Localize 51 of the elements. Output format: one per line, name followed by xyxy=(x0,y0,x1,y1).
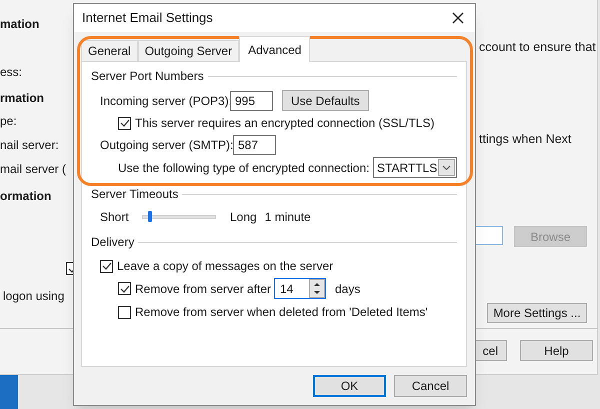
text-field[interactable]: 587 xyxy=(233,135,276,155)
tab[interactable]: Advanced xyxy=(239,36,310,62)
use-defaults-button[interactable]: Use Defaults xyxy=(282,90,369,111)
group-title: Server Port Numbers xyxy=(91,68,204,85)
notice-text: ccount to ensure that xyxy=(479,39,596,56)
check-icon xyxy=(120,284,130,294)
section-heading: ormation xyxy=(0,188,52,205)
text-field[interactable]: 995 xyxy=(230,90,273,110)
close-icon[interactable] xyxy=(452,12,464,24)
check-icon xyxy=(120,118,130,128)
group-title: Delivery xyxy=(91,234,134,251)
encryption-dropdown[interactable]: STARTTLS xyxy=(373,157,457,178)
more-settings-button[interactable]: More Settings ... xyxy=(487,303,587,323)
notice-text: ttings when Next xyxy=(479,131,572,148)
path-field[interactable] xyxy=(474,226,503,245)
background-button[interactable]: cel xyxy=(474,340,507,361)
timeout-value: 1 minute xyxy=(264,209,311,226)
slider-label: Long xyxy=(230,209,257,226)
option-label: logon using xyxy=(3,288,64,305)
checkbox[interactable] xyxy=(118,116,131,130)
check-icon xyxy=(102,261,112,271)
field-label: nail server: xyxy=(0,137,59,154)
field-label: pe: xyxy=(0,113,17,130)
unit-label: days xyxy=(335,280,360,298)
slider-thumb[interactable] xyxy=(148,211,152,222)
section-heading: rmation xyxy=(0,90,44,107)
field-label: Outgoing server (SMTP): xyxy=(100,137,233,154)
checkbox[interactable] xyxy=(118,282,131,295)
field-label: mail server ( xyxy=(0,161,66,178)
section-heading: mation xyxy=(0,16,40,33)
slider-label: Short xyxy=(100,209,130,226)
days-spinner[interactable]: 14 xyxy=(274,278,326,299)
checkbox-label: This server requires an encrypted connection (SSL/TLS) xyxy=(135,115,434,132)
tab[interactable]: Outgoing Server xyxy=(138,40,240,61)
group-title: Server Timeouts xyxy=(91,186,178,203)
taskbar-strip xyxy=(0,375,18,409)
checkbox-label: Remove from server when deleted from 'Deleted Items' xyxy=(135,304,428,321)
field-label: Use the following type of encrypted connection: xyxy=(118,160,370,176)
field-label: ess: xyxy=(0,64,22,81)
dialog-button[interactable]: OK xyxy=(313,375,386,397)
dialog-button[interactable]: Cancel xyxy=(394,375,467,397)
caret-icon[interactable] xyxy=(438,159,455,176)
help-button[interactable]: Help xyxy=(520,340,593,361)
checkbox-label: Leave a copy of messages on the server xyxy=(117,258,334,275)
checkbox[interactable] xyxy=(100,260,113,272)
tab[interactable]: General xyxy=(81,40,138,61)
spinner-arrows-icon[interactable] xyxy=(309,279,325,298)
window-title: Internet Email Settings xyxy=(82,9,213,28)
checkbox[interactable] xyxy=(118,306,131,318)
field-label: Incoming server (POP3): xyxy=(100,92,230,110)
checkbox-label: Remove from server after xyxy=(135,280,272,298)
